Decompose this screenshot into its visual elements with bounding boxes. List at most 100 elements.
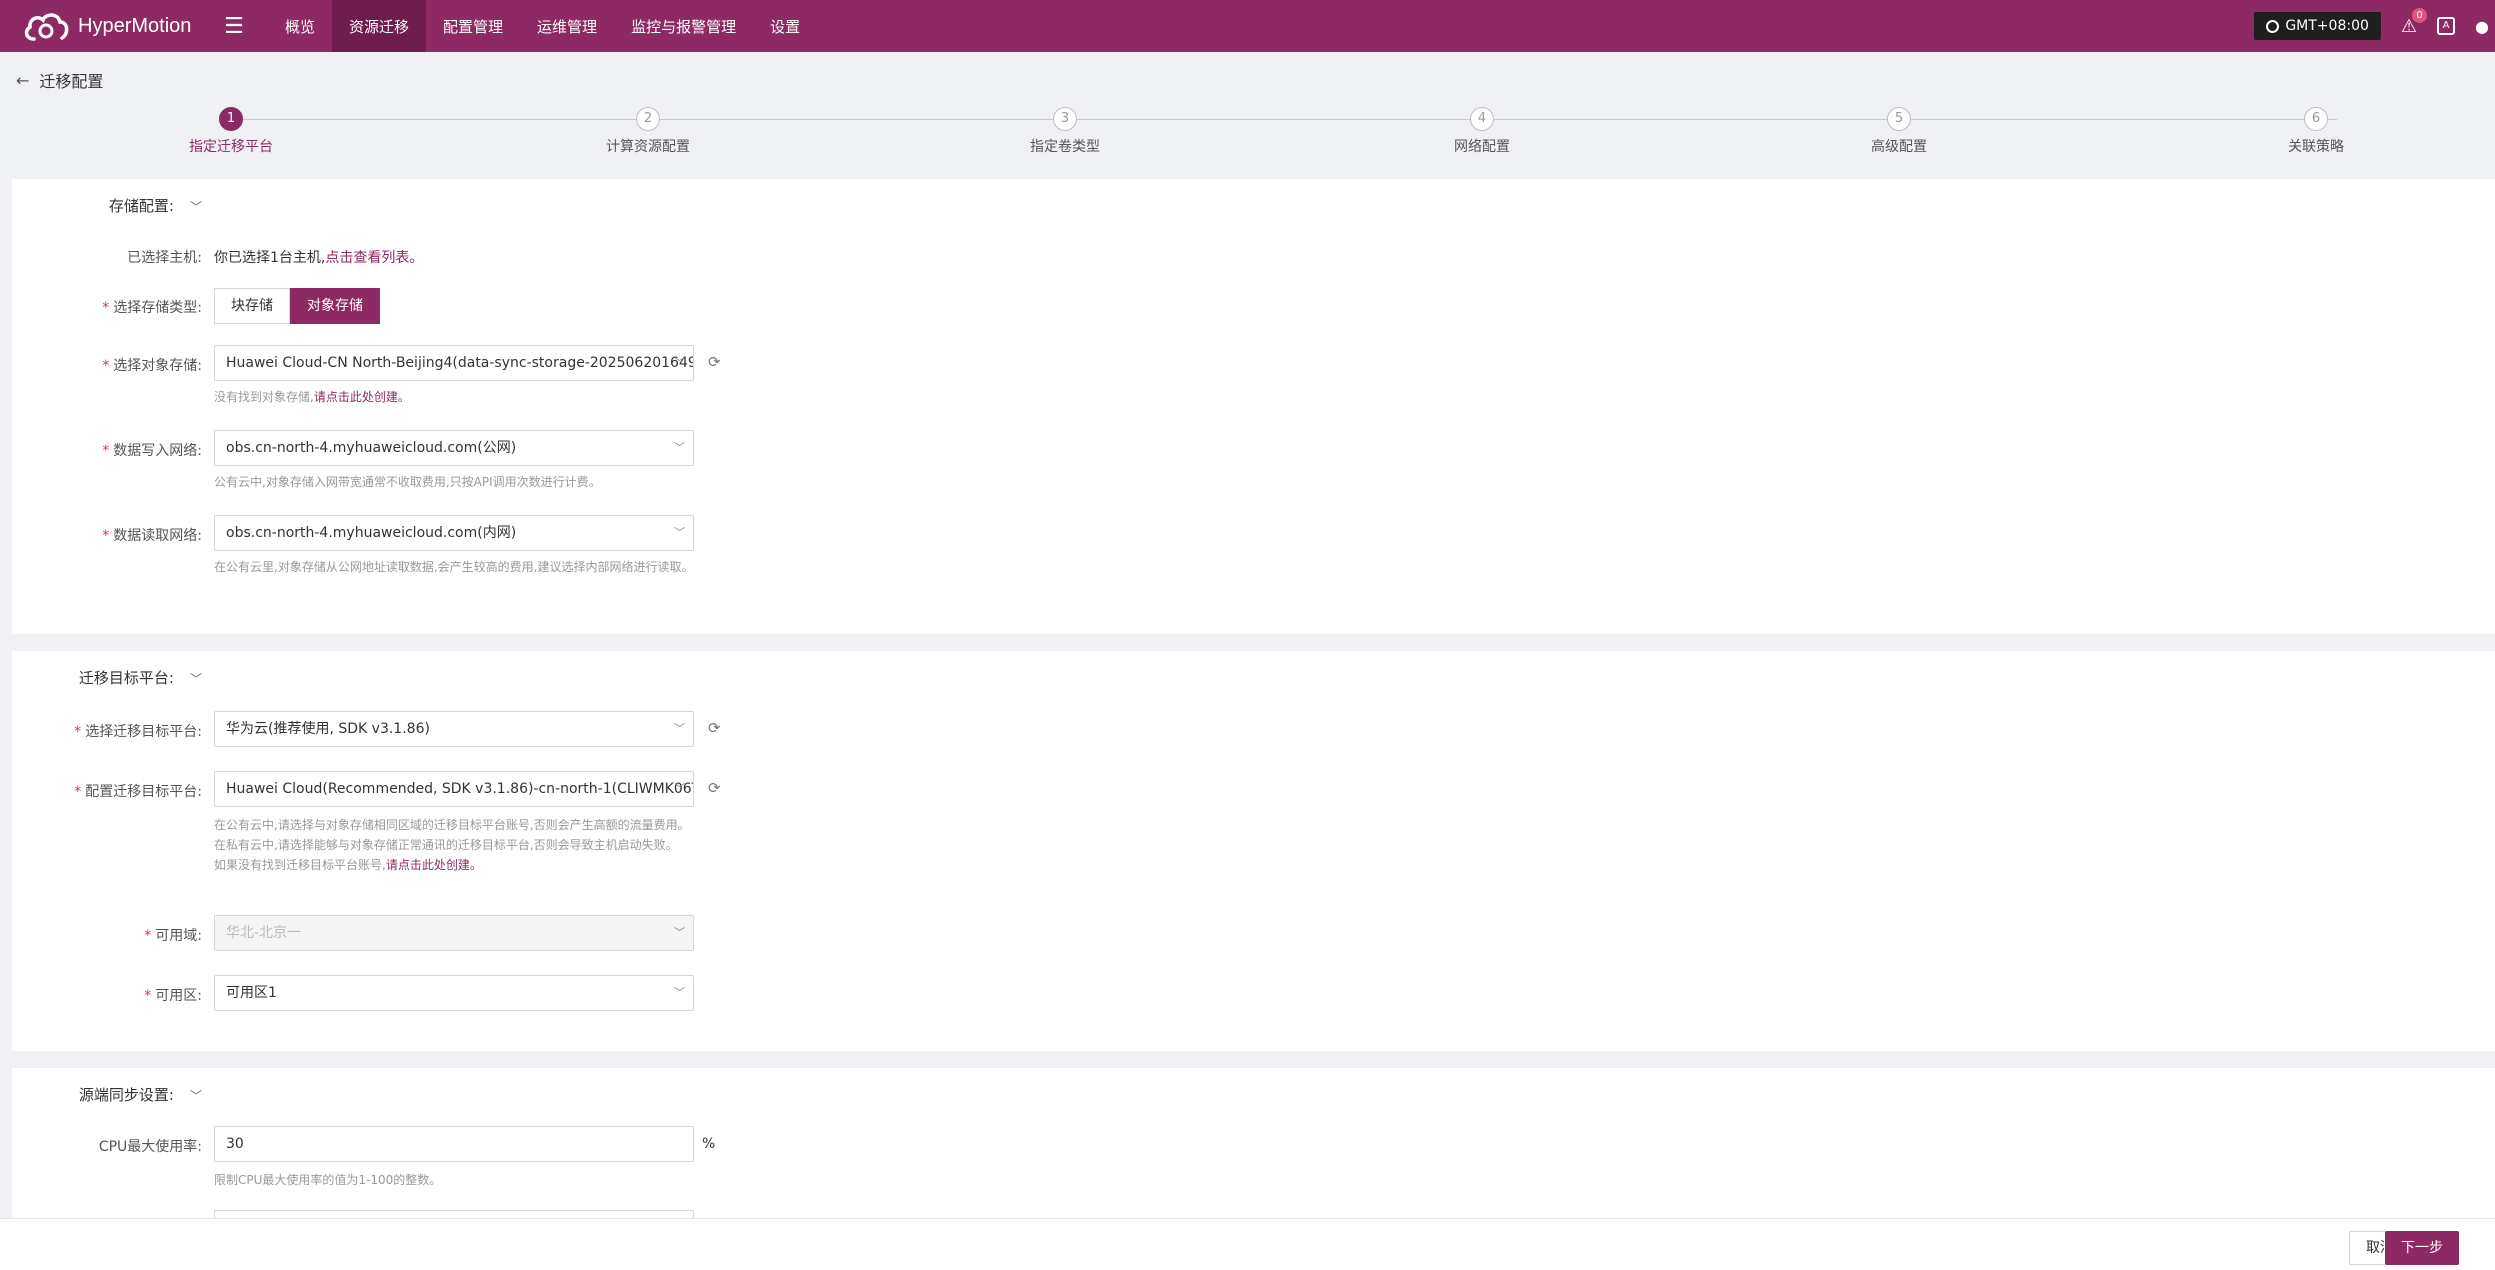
- step-1[interactable]: 1 指定迁移平台: [141, 106, 321, 156]
- nav-item-overview[interactable]: 概览: [268, 0, 332, 52]
- clock-icon: [2266, 19, 2280, 33]
- target-hint-private: 在私有云中,请选择能够与对象存储正常通讯的迁移目标平台,否则会导致主机启动失败。: [214, 838, 678, 852]
- step-3[interactable]: 3 指定卷类型: [975, 106, 1155, 156]
- app-name: HyperMotion: [78, 14, 192, 37]
- nav-item-ops-management[interactable]: 运维管理: [520, 0, 614, 52]
- region-select: 华北-北京一 ﹀: [214, 915, 694, 951]
- step-2[interactable]: 2 计算资源配置: [558, 106, 738, 156]
- page-title: 迁移配置: [39, 72, 104, 91]
- write-network-select[interactable]: obs.cn-north-4.myhuaweicloud.com(公网) ﹀: [214, 430, 694, 466]
- notification-bell-icon[interactable]: ⚠ 0: [2401, 7, 2428, 37]
- cpu-unit: %: [702, 1136, 716, 1152]
- write-network-label: * 数据写入网络:: [102, 440, 202, 460]
- target-hint-create: 如果没有找到迁移目标平台账号,请点击此处创建。: [214, 855, 704, 875]
- storage-config-card: 存储配置: ﹀ 已选择主机: 你已选择1台主机,点击查看列表。 * 选择存储类型: …: [12, 179, 2495, 634]
- storage-type-selector: 块存储 对象存储: [214, 288, 380, 324]
- step-label: 高级配置: [1871, 139, 1927, 155]
- chevron-down-icon: ﹀: [674, 722, 685, 735]
- object-storage-label: * 选择对象存储:: [102, 355, 202, 375]
- step-label: 指定迁移平台: [189, 139, 273, 155]
- chevron-down-icon[interactable]: ﹀: [190, 1087, 202, 1104]
- read-network-hint: 在公有云里,对象存储从公网地址读取数据,会产生较高的费用,建议选择内部网络进行读…: [214, 560, 694, 574]
- step-number: 6: [2304, 107, 2328, 131]
- target-platform-label-text: 选择迁移目标平台:: [85, 724, 202, 740]
- region-label: * 可用域:: [144, 925, 202, 945]
- storage-type-label: * 选择存储类型:: [102, 297, 202, 317]
- storage-section-header[interactable]: 存储配置: ﹀: [109, 195, 202, 216]
- cpu-limit-hint: 限制CPU最大使用率的值为1-100的整数。: [214, 1173, 442, 1187]
- timezone-text: GMT+08:00: [2285, 18, 2369, 34]
- step-label: 网络配置: [1454, 139, 1510, 155]
- step-label: 关联策略: [2288, 139, 2344, 155]
- source-section-header[interactable]: 源端同步设置: ﹀: [79, 1084, 202, 1105]
- write-network-value: obs.cn-north-4.myhuaweicloud.com(公网): [226, 440, 517, 456]
- section-title: 源端同步设置:: [78, 1086, 174, 1104]
- object-storage-option[interactable]: 对象存储: [290, 288, 380, 324]
- zone-select[interactable]: 可用区1 ﹀: [214, 975, 694, 1011]
- section-title: 存储配置:: [108, 197, 174, 215]
- chevron-down-icon: ﹀: [674, 526, 685, 539]
- write-network-label-text: 数据写入网络:: [113, 443, 202, 459]
- create-object-storage-link[interactable]: 请点击此处创建。: [314, 390, 410, 404]
- required-mark: *: [102, 528, 110, 544]
- object-storage-hint-text: 没有找到对象存储,: [214, 390, 314, 404]
- target-config-select[interactable]: Huawei Cloud(Recommended, SDK v3.1.86)-c…: [214, 771, 694, 807]
- region-value: 华北-北京一: [226, 925, 302, 941]
- target-config-label: * 配置迁移目标平台:: [74, 781, 202, 801]
- step-label: 指定卷类型: [1030, 139, 1100, 155]
- object-storage-select[interactable]: Huawei Cloud-CN North-Beijing4(data-sync…: [214, 345, 694, 381]
- nav-item-settings[interactable]: 设置: [753, 0, 817, 52]
- wizard-steps: 1 指定迁移平台 2 计算资源配置 3 指定卷类型 4 网络配置 5 高级配置 …: [0, 106, 2495, 166]
- next-button[interactable]: 下一步: [2385, 1231, 2459, 1265]
- target-section-header[interactable]: 迁移目标平台: ﹀: [79, 667, 202, 688]
- create-target-link[interactable]: 请点击此处创建。: [386, 858, 482, 872]
- step-number: 1: [219, 107, 243, 131]
- step-4[interactable]: 4 网络配置: [1392, 106, 1572, 156]
- step-5[interactable]: 5 高级配置: [1809, 106, 1989, 156]
- view-hosts-link[interactable]: 点击查看列表。: [325, 250, 423, 266]
- page-header: ← 迁移配置: [16, 68, 103, 92]
- zone-value: 可用区1: [226, 985, 277, 1001]
- next-field-input[interactable]: [214, 1210, 694, 1218]
- step-6[interactable]: 6 关联策略: [2226, 106, 2406, 156]
- step-label: 计算资源配置: [606, 139, 690, 155]
- cpu-limit-label: CPU最大使用率:: [98, 1139, 202, 1155]
- nav-item-config-management[interactable]: 配置管理: [426, 0, 520, 52]
- selected-hosts-count: 你已选择1台主机,: [214, 250, 326, 266]
- nav-item-monitoring-alerts[interactable]: 监控与报警管理: [614, 0, 753, 52]
- object-storage-value: Huawei Cloud-CN North-Beijing4(data-sync…: [226, 355, 694, 371]
- user-icon[interactable]: ●: [2475, 17, 2489, 36]
- target-platform-value: 华为云(推荐使用, SDK v3.1.86): [226, 721, 430, 737]
- block-storage-option[interactable]: 块存储: [214, 288, 290, 324]
- timezone-badge[interactable]: GMT+08:00: [2254, 12, 2381, 40]
- target-hint-create-text: 如果没有找到迁移目标平台账号,: [214, 858, 386, 872]
- chevron-down-icon[interactable]: ﹀: [190, 198, 202, 215]
- read-network-select[interactable]: obs.cn-north-4.myhuaweicloud.com(内网) ﹀: [214, 515, 694, 551]
- language-icon[interactable]: A: [2437, 17, 2456, 35]
- required-mark: *: [102, 300, 110, 316]
- chevron-down-icon: ﹀: [674, 986, 685, 999]
- refresh-icon[interactable]: ⟳: [708, 719, 721, 737]
- storage-type-label-text: 选择存储类型:: [113, 300, 202, 316]
- target-config-label-text: 配置迁移目标平台:: [85, 784, 202, 800]
- source-sync-card: 源端同步设置: ﹀ CPU最大使用率: 30 % 限制CPU最大使用率的值为1-1…: [12, 1068, 2495, 1218]
- read-network-label: * 数据读取网络:: [102, 525, 202, 545]
- target-platform-select[interactable]: 华为云(推荐使用, SDK v3.1.86) ﹀: [214, 711, 694, 747]
- cpu-limit-input[interactable]: 30: [214, 1126, 694, 1162]
- selected-hosts-label: 已选择主机:: [127, 250, 202, 266]
- step-number: 5: [1887, 107, 1911, 131]
- menu-toggle-icon[interactable]: ☰: [214, 14, 254, 39]
- target-hint-public: 在公有云中,请选择与对象存储相同区域的迁移目标平台账号,否则会产生高额的流量费用…: [214, 818, 690, 832]
- app-logo[interactable]: HyperMotion: [22, 9, 214, 43]
- chevron-down-icon: ﹀: [674, 356, 685, 369]
- nav-item-resource-migration[interactable]: 资源迁移: [332, 0, 427, 52]
- step-number: 2: [636, 107, 660, 131]
- refresh-icon[interactable]: ⟳: [708, 353, 721, 371]
- write-network-hint: 公有云中,对象存储入网带宽通常不收取费用,只按API调用次数进行计费。: [214, 475, 601, 489]
- target-platform-card: 迁移目标平台: ﹀ * 选择迁移目标平台: 华为云(推荐使用, SDK v3.1.8…: [12, 651, 2495, 1051]
- notification-count: 0: [2412, 7, 2428, 23]
- refresh-icon[interactable]: ⟳: [708, 779, 721, 797]
- back-arrow-icon[interactable]: ←: [16, 71, 29, 90]
- required-mark: *: [102, 358, 110, 374]
- chevron-down-icon[interactable]: ﹀: [190, 670, 202, 687]
